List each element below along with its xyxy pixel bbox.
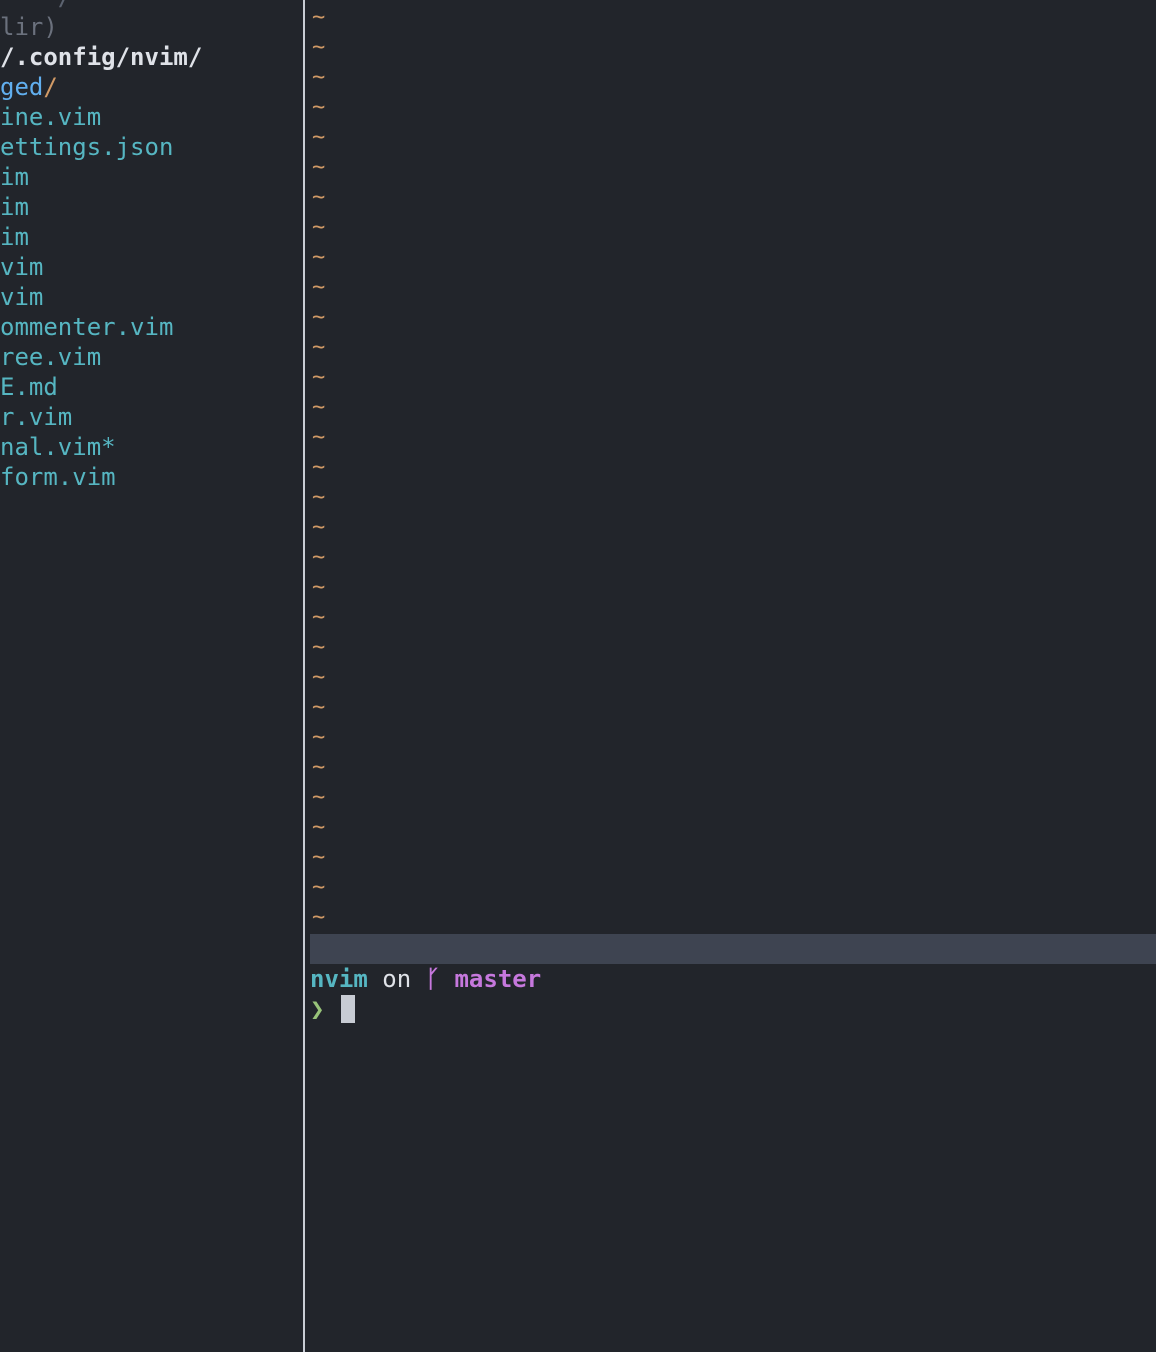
tree-dir-slash: /	[43, 73, 58, 101]
file-tree: / lir) /.config/nvim/ ged/ ine.vim ettin…	[0, 0, 303, 492]
tree-root-path[interactable]: /.config/nvim/	[0, 42, 303, 72]
empty-line-tilde: ~	[312, 605, 326, 630]
empty-line-tilde: ~	[312, 815, 326, 840]
empty-line-tilde: ~	[312, 65, 326, 90]
tree-file-item[interactable]: vim	[0, 282, 303, 312]
empty-line-tilde: ~	[312, 635, 326, 660]
nerdtree-pane[interactable]: / lir) /.config/nvim/ ged/ ine.vim ettin…	[0, 0, 303, 1352]
tree-file-item[interactable]: vim	[0, 252, 303, 282]
empty-line-tilde: ~	[312, 425, 326, 450]
shell-prompt-info: nvim on ᚴ master	[310, 964, 1156, 994]
empty-line-tilde: ~	[312, 485, 326, 510]
empty-line-tilde: ~	[312, 335, 326, 360]
current-directory: nvim	[310, 965, 368, 993]
empty-line-tilde: ~	[312, 5, 326, 30]
prompt-chevron-icon: ❯	[310, 995, 325, 1023]
empty-line-tilde: ~	[312, 755, 326, 780]
empty-line-tilde: ~	[312, 665, 326, 690]
tree-file-item[interactable]: E.md	[0, 372, 303, 402]
empty-line-tilde: ~	[312, 245, 326, 270]
empty-line-tilde: ~	[312, 125, 326, 150]
empty-line-tilde: ~	[312, 95, 326, 120]
empty-line-markers: ~ ~ ~ ~ ~ ~ ~ ~ ~ ~ ~ ~ ~ ~ ~ ~ ~ ~ ~ ~ ~ ~ ~ ~ ~ ~ ~ ~ ~ ~ ~	[312, 3, 325, 933]
empty-line-tilde: ~	[312, 545, 326, 570]
neovim-window: / lir) /.config/nvim/ ged/ ine.vim ettin…	[0, 0, 1156, 1352]
tree-file-item[interactable]: ine.vim	[0, 102, 303, 132]
empty-line-tilde: ~	[312, 155, 326, 180]
empty-line-tilde: ~	[312, 305, 326, 330]
tree-file-item[interactable]: im	[0, 162, 303, 192]
empty-line-tilde: ~	[312, 905, 326, 930]
tree-file-item[interactable]: nal.vim*	[0, 432, 303, 462]
empty-line-tilde: ~	[312, 875, 326, 900]
statusline	[310, 934, 1156, 964]
empty-line-tilde: ~	[312, 365, 326, 390]
on-label: on	[382, 965, 412, 993]
empty-line-tilde: ~	[312, 455, 326, 480]
tree-file-item[interactable]: ettings.json	[0, 132, 303, 162]
empty-line-tilde: ~	[312, 35, 326, 60]
editor-buffer[interactable]: ~ ~ ~ ~ ~ ~ ~ ~ ~ ~ ~ ~ ~ ~ ~ ~ ~ ~ ~ ~ ~ ~ ~ ~ ~ ~ ~ ~ ~ ~ ~	[305, 0, 1156, 934]
tree-file-item[interactable]: im	[0, 192, 303, 222]
tree-file-item[interactable]: im	[0, 222, 303, 252]
empty-line-tilde: ~	[312, 515, 326, 540]
tree-file-item[interactable]: r.vim	[0, 402, 303, 432]
terminal-pane[interactable]: nvim on ᚴ master ❯	[310, 964, 1156, 1352]
terminal-cursor	[340, 995, 355, 1023]
empty-line-tilde: ~	[312, 215, 326, 240]
empty-line-tilde: ~	[312, 845, 326, 870]
shell-input-line[interactable]: ❯	[310, 994, 1156, 1024]
empty-line-tilde: ~	[312, 185, 326, 210]
empty-line-tilde: ~	[312, 275, 326, 300]
tree-dir-name: ged	[0, 73, 44, 101]
empty-line-tilde: ~	[312, 575, 326, 600]
empty-line-tilde: ~	[312, 695, 326, 720]
tree-file-item[interactable]: ree.vim	[0, 342, 303, 372]
tree-partial-line: /	[0, 0, 303, 12]
git-branch-icon: ᚴ	[425, 965, 441, 993]
empty-line-tilde: ~	[312, 725, 326, 750]
git-branch-name: master	[454, 965, 542, 993]
tree-dir-item[interactable]: ged/	[0, 72, 303, 102]
tree-help-hint: lir)	[0, 13, 58, 41]
tree-file-item[interactable]: form.vim	[0, 462, 303, 492]
tree-file-item[interactable]: ommenter.vim	[0, 312, 303, 342]
empty-line-tilde: ~	[312, 785, 326, 810]
empty-line-tilde: ~	[312, 395, 326, 420]
